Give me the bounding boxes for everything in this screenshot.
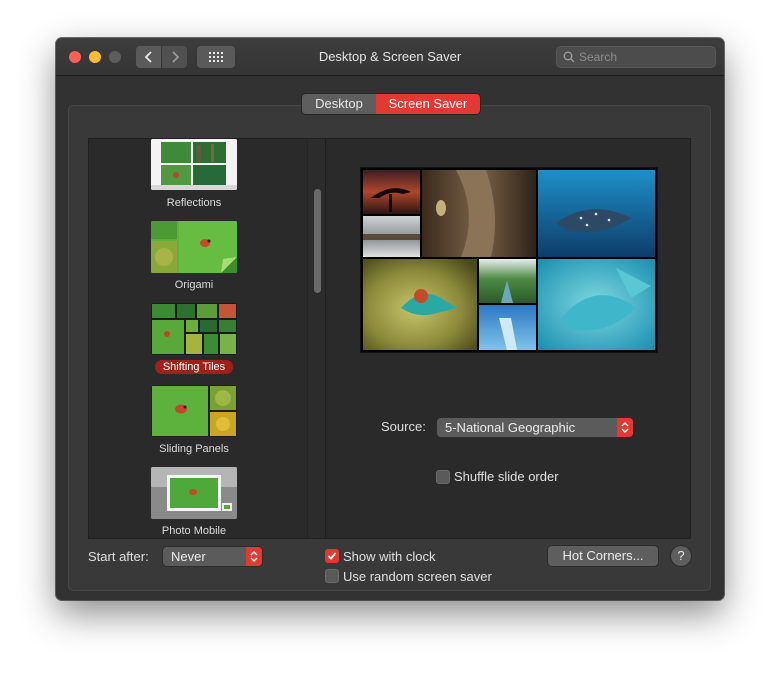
help-button[interactable]: ? (671, 546, 691, 566)
source-popup[interactable]: 5-National Geographic (437, 418, 633, 437)
popup-arrows-icon (617, 418, 633, 437)
start-after-label: Start after: (88, 549, 149, 564)
search-input[interactable] (579, 48, 711, 66)
reflections-thumbnail (151, 139, 237, 190)
popup-arrows-icon (246, 547, 262, 566)
tab-screen-saver[interactable]: Screen Saver (376, 94, 480, 114)
search-field[interactable] (556, 46, 716, 68)
random-saver-checkbox[interactable] (325, 569, 339, 583)
checkmark-icon (327, 552, 337, 560)
list-scrollbar[interactable] (307, 139, 325, 538)
shifting-tiles-thumbnail (151, 303, 237, 355)
show-clock-label: Show with clock (343, 549, 436, 564)
source-value: 5-National Geographic (445, 420, 576, 435)
saver-label-selected: Shifting Tiles (89, 360, 299, 374)
tab-bar: Desktop Screen Saver (302, 94, 480, 114)
hot-corners-button[interactable]: Hot Corners... (548, 546, 658, 566)
saver-label: Photo Mobile (161, 525, 227, 537)
start-after-popup[interactable]: Never (163, 547, 262, 566)
saver-label: Sliding Panels (159, 443, 229, 455)
origami-thumbnail-image (151, 221, 237, 273)
search-icon (563, 51, 575, 63)
show-clock-checkbox[interactable] (325, 549, 339, 563)
saver-label: Reflections (166, 197, 222, 209)
tab-desktop[interactable]: Desktop (302, 94, 376, 114)
random-saver-label: Use random screen saver (343, 569, 492, 584)
reflections-thumbnail-image (151, 139, 237, 190)
preview-tiles-image (363, 170, 655, 350)
shuffle-label: Shuffle slide order (454, 469, 559, 484)
start-after-value: Never (171, 549, 206, 564)
sliding-panels-thumbnail-image (151, 385, 237, 437)
preferences-window: Desktop & Screen Saver Desktop Screen Sa… (56, 38, 724, 600)
sliding-panels-thumbnail (151, 385, 237, 437)
photo-mobile-thumbnail-image (151, 467, 237, 519)
shifting-tiles-thumbnail-image (151, 303, 237, 355)
shuffle-checkbox[interactable] (436, 470, 450, 484)
screen-saver-preview (361, 168, 657, 352)
scrollbar-thumb[interactable] (314, 189, 321, 293)
title-bar: Desktop & Screen Saver (56, 38, 724, 76)
saver-label: Origami (174, 279, 214, 291)
screen-saver-list[interactable]: Reflections Origami Shifting Tiles Slidi… (88, 138, 325, 539)
origami-thumbnail (151, 221, 237, 273)
photo-mobile-thumbnail (151, 467, 237, 519)
source-label: Source: (381, 419, 426, 434)
preview-pane: Source: 5-National Geographic Shuffle sl… (325, 138, 691, 539)
